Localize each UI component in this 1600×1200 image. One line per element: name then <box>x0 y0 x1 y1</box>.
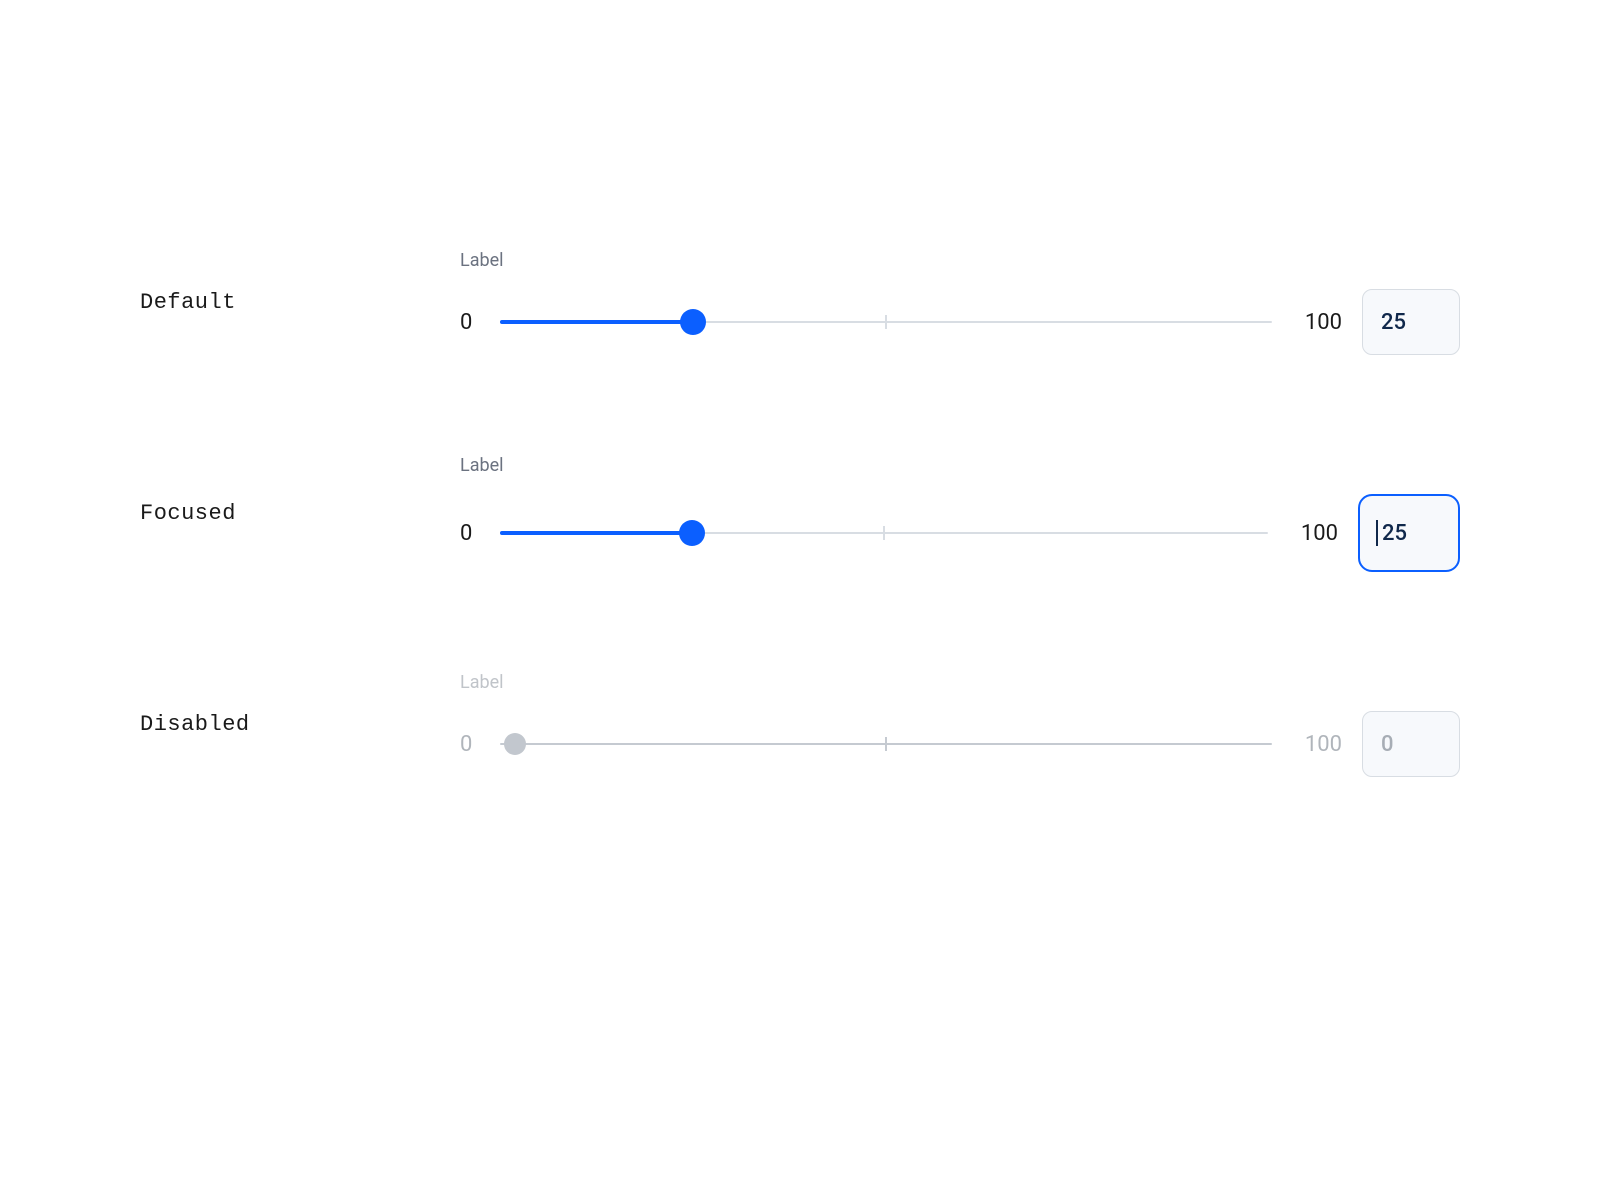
slider-min-label-disabled: 0 <box>460 732 480 757</box>
slider-track-default[interactable] <box>500 310 1272 334</box>
slider-row-focused: Focused Label 0 100 <box>140 455 1460 572</box>
slider-thumb-disabled <box>504 733 526 755</box>
slider-tick <box>885 315 887 329</box>
state-label-default: Default <box>140 290 460 315</box>
slider-group-focused: Label 0 100 <box>460 455 1460 572</box>
state-label-disabled: Disabled <box>140 712 460 737</box>
field-label-default: Label <box>460 250 1460 271</box>
slider-group-disabled: Label 0 100 <box>460 672 1460 777</box>
slider-max-label-focused: 100 <box>1288 521 1338 546</box>
slider-track-fill <box>500 531 692 535</box>
slider-control-row-disabled: 0 100 <box>460 711 1460 777</box>
field-label-disabled: Label <box>460 672 1460 693</box>
field-label-focused: Label <box>460 455 1460 476</box>
slider-value-input-disabled <box>1362 711 1460 777</box>
slider-track-focused[interactable] <box>500 521 1268 545</box>
slider-control-row-focused: 0 100 <box>460 494 1460 572</box>
state-label-focused: Focused <box>140 501 460 526</box>
slider-max-label-disabled: 100 <box>1292 732 1342 757</box>
text-cursor-icon <box>1376 520 1378 546</box>
slider-row-disabled: Disabled Label 0 100 <box>140 672 1460 777</box>
slider-input-focus-wrapper <box>1358 494 1460 572</box>
slider-group-default: Label 0 100 <box>460 250 1460 355</box>
slider-tick <box>885 737 887 751</box>
slider-track-fill <box>500 320 693 324</box>
slider-row-default: Default Label 0 100 <box>140 250 1460 355</box>
slider-tick <box>883 526 885 540</box>
slider-thumb-default[interactable] <box>680 309 706 335</box>
slider-max-label-default: 100 <box>1292 310 1342 335</box>
slider-value-input-focused[interactable] <box>1358 494 1460 572</box>
slider-states-showcase: Default Label 0 100 Focused Label 0 <box>140 250 1460 877</box>
slider-thumb-focused[interactable] <box>679 520 705 546</box>
slider-min-label-default: 0 <box>460 310 480 335</box>
slider-track-disabled <box>500 732 1272 756</box>
slider-value-input-default[interactable] <box>1362 289 1460 355</box>
slider-min-label-focused: 0 <box>460 521 480 546</box>
slider-control-row-default: 0 100 <box>460 289 1460 355</box>
